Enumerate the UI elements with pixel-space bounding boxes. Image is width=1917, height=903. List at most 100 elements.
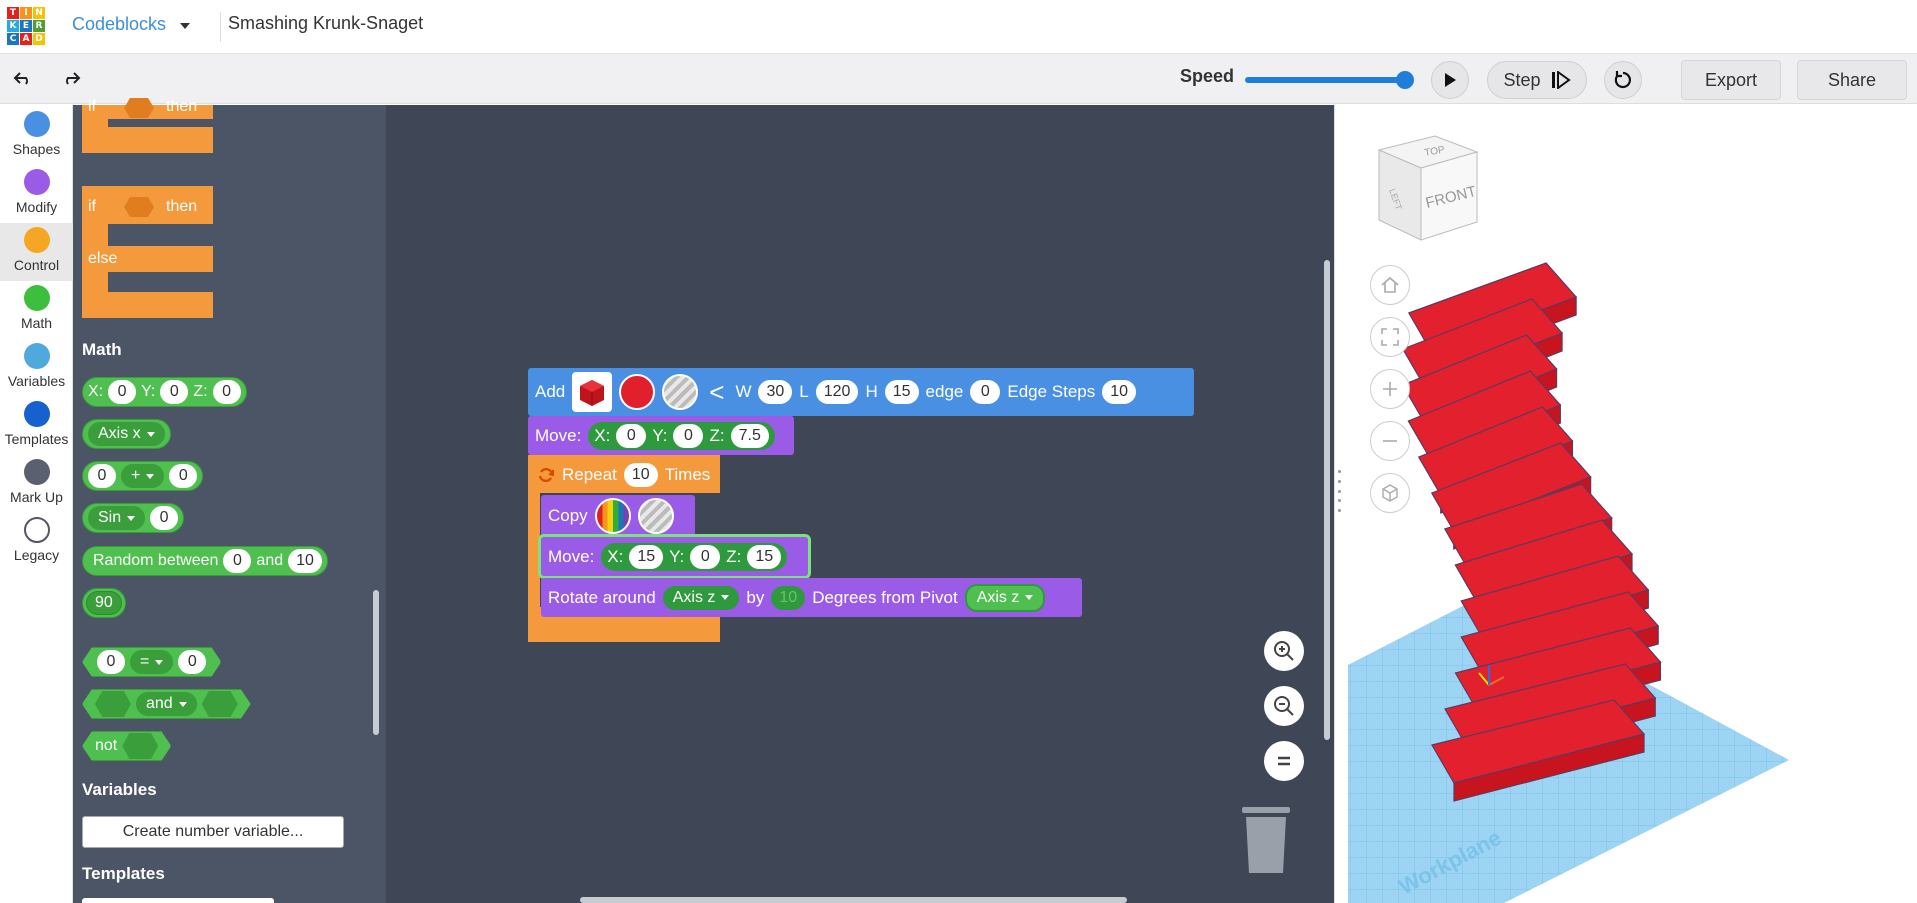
y-value[interactable]: 0 (673, 423, 704, 448)
compare-operator-dropdown[interactable]: = (130, 650, 173, 674)
collapse-arrow[interactable]: < (705, 377, 728, 408)
box-shape-thumbnail[interactable] (572, 372, 613, 412)
zoom-in-button[interactable] (1264, 631, 1304, 671)
operator-dropdown[interactable]: + (121, 464, 165, 488)
z-value[interactable]: 15 (747, 544, 782, 569)
math-and-block[interactable]: and (82, 689, 251, 719)
condition-slot[interactable] (122, 733, 158, 759)
copy-block[interactable]: Copy (541, 495, 695, 537)
view-cube[interactable]: TOP FRONT LEFT (1375, 128, 1485, 248)
math-xyz-block[interactable]: X: 0 Y: 0 Z: 0 (82, 377, 247, 407)
operand-a[interactable]: 0 (88, 464, 116, 488)
function-dropdown[interactable]: Sin (88, 506, 146, 530)
random-max[interactable]: 10 (288, 549, 322, 573)
math-compare-block[interactable]: 0 = 0 (82, 647, 221, 677)
step-button[interactable]: Step (1487, 61, 1587, 99)
template-item[interactable] (82, 898, 274, 903)
move-block[interactable]: Move: X: 0 Y: 0 Z: 7.5 (528, 416, 794, 455)
random-min[interactable]: 0 (223, 549, 252, 573)
category-color-dot (23, 517, 50, 543)
play-button[interactable] (1431, 61, 1469, 99)
left-condition-slot[interactable] (95, 691, 131, 717)
math-number-block[interactable]: 90 (82, 588, 126, 618)
app-switcher-dropdown[interactable]: Codeblocks (72, 14, 191, 35)
category-color-dot (23, 111, 50, 137)
home-view-button[interactable] (1370, 265, 1410, 305)
hole-swatch[interactable] (637, 498, 674, 534)
perspective-toggle-button[interactable] (1370, 473, 1410, 513)
category-shapes[interactable]: Shapes (0, 107, 73, 165)
category-modify[interactable]: Modify (0, 165, 73, 223)
fit-view-button[interactable] (1370, 317, 1410, 357)
math-arithmetic-block[interactable]: 0 + 0 (82, 461, 204, 491)
zoom-out-3d-button[interactable] (1370, 421, 1410, 461)
z-value[interactable]: 0 (212, 380, 241, 404)
x-value[interactable]: 15 (629, 544, 664, 569)
workspace-horizontal-scrollbar[interactable] (580, 897, 1127, 903)
axis-dropdown[interactable]: Axis x (88, 422, 165, 446)
color-solid-swatch[interactable] (619, 374, 656, 410)
math-sin-block[interactable]: Sin 0 (82, 503, 185, 533)
zoom-out-button[interactable] (1264, 686, 1304, 726)
compare-a[interactable]: 0 (97, 650, 125, 674)
compare-b[interactable]: 0 (178, 650, 206, 674)
category-legacy[interactable]: Legacy (0, 513, 73, 571)
z-value[interactable]: 7.5 (730, 423, 769, 448)
l-value[interactable]: 120 (815, 380, 859, 404)
hole-swatch[interactable] (662, 374, 699, 410)
reset-button[interactable] (1604, 61, 1642, 99)
trash-icon[interactable] (1240, 805, 1292, 875)
zoom-in-3d-button[interactable] (1370, 369, 1410, 409)
rotate-axis-dropdown[interactable]: Axis z (662, 585, 740, 610)
speed-slider[interactable] (1245, 71, 1414, 89)
math-axis-block[interactable]: Axis x (82, 419, 171, 449)
add-shape-block[interactable]: Add < W 30 L 120 H 15 edge 0 Edge Steps … (528, 368, 1194, 416)
y-value[interactable]: 0 (160, 380, 189, 404)
edge-value[interactable]: 0 (970, 380, 1001, 404)
operand-b[interactable]: 0 (169, 464, 198, 488)
pivot-axis-dropdown[interactable]: Axis z (964, 583, 1046, 612)
share-button[interactable]: Share (1797, 60, 1907, 100)
category-color-dot (23, 343, 50, 369)
move-block-selected[interactable]: Move: X: 15 Y: 0 Z: 15 (538, 534, 811, 579)
repeat-block[interactable]: Repeat 10 Times (530, 458, 717, 492)
export-button[interactable]: Export (1681, 60, 1781, 100)
degrees-value[interactable]: 10 (771, 585, 806, 610)
chevron-down-icon[interactable] (180, 23, 191, 29)
y-value[interactable]: 0 (690, 544, 721, 569)
rotate-block[interactable]: Rotate around Axis z by 10 Degrees from … (541, 578, 1082, 617)
x-value[interactable]: 0 (108, 380, 137, 404)
category-control[interactable]: Control (0, 223, 73, 281)
flyout-scrollbar[interactable] (373, 590, 379, 735)
category-templates[interactable]: Templates (0, 397, 73, 455)
math-random-block[interactable]: Random between 0 and 10 (82, 546, 328, 576)
workspace-vertical-scrollbar[interactable] (1324, 260, 1330, 740)
right-condition-slot[interactable] (202, 691, 238, 717)
repeat-count[interactable]: 10 (623, 463, 658, 487)
redo-arrow-icon[interactable] (58, 67, 84, 91)
math-not-block[interactable]: not (82, 731, 171, 761)
rainbow-color-swatch[interactable] (594, 498, 631, 534)
condition-slot[interactable] (124, 197, 154, 217)
h-value[interactable]: 15 (884, 380, 919, 404)
create-variable-button[interactable]: Create number variable... (82, 816, 344, 848)
edge-steps-value[interactable]: 10 (1102, 380, 1137, 404)
category-mark-up[interactable]: Mark Up (0, 455, 73, 513)
document-title[interactable]: Smashing Krunk-Snaget (228, 13, 423, 34)
function-value[interactable]: 0 (150, 506, 179, 530)
logo-letter: N (33, 7, 45, 19)
if-then-block[interactable] (80, 105, 220, 173)
number-value[interactable]: 90 (86, 591, 122, 615)
app-switcher-label[interactable]: Codeblocks (72, 14, 166, 35)
speed-slider-thumb[interactable] (1396, 71, 1414, 89)
tinkercad-logo[interactable]: TIN KER CAD (7, 7, 47, 47)
category-math[interactable]: Math (0, 281, 73, 339)
minus-icon (1383, 440, 1397, 442)
w-value[interactable]: 30 (758, 380, 793, 404)
x-value[interactable]: 0 (616, 423, 647, 448)
category-variables[interactable]: Variables (0, 339, 73, 397)
logic-dropdown[interactable]: and (136, 692, 197, 716)
condition-slot[interactable] (124, 98, 154, 118)
undo-arrow-icon[interactable] (10, 67, 36, 91)
zoom-reset-button[interactable] (1264, 741, 1304, 781)
